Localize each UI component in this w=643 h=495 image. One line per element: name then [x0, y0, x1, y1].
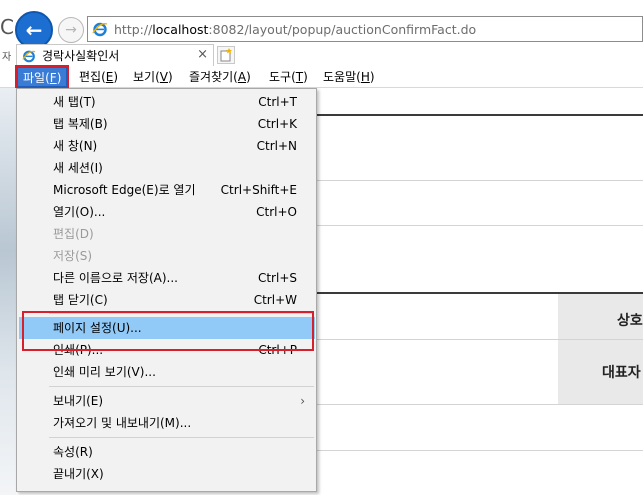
new-tab-button[interactable] — [217, 46, 235, 64]
annotation-highlight-box — [22, 311, 314, 351]
menu-item-label: 저장(S) — [53, 249, 93, 263]
url-host: localhost — [152, 21, 209, 37]
menu-file-key: F — [49, 71, 57, 85]
forward-button[interactable]: → — [58, 17, 84, 43]
menu-item-properties[interactable]: 속성(R) — [19, 441, 315, 463]
menu-item-label: 새 탭(T) — [53, 95, 96, 109]
menu-item-label: 탭 닫기(C) — [53, 293, 108, 307]
menu-separator — [49, 386, 314, 387]
menu-view-key: V — [159, 70, 168, 84]
menu-item-new-window[interactable]: 새 창(N) Ctrl+N — [19, 135, 315, 157]
company-name-label: 상호 — [617, 313, 643, 329]
menu-item-close-tab[interactable]: 탭 닫기(C) Ctrl+W — [19, 289, 315, 311]
menu-edit-label: 편집 — [79, 70, 102, 84]
menu-item-new-tab[interactable]: 새 탭(T) Ctrl+T — [19, 91, 315, 113]
menu-item-edit: 편집(D) — [19, 223, 315, 245]
side-fragment: 자 — [2, 52, 12, 63]
menu-view[interactable]: 보기(V) — [128, 67, 178, 87]
menu-item-open[interactable]: 열기(O)... Ctrl+O — [19, 201, 315, 223]
menu-item-label: 보내기(E) — [53, 394, 104, 408]
menu-item-shortcut: Ctrl+W — [253, 293, 297, 307]
menu-item-label: 인쇄 미리 보기(V)... — [53, 365, 156, 379]
table-rule — [316, 450, 643, 451]
menu-help-key: H — [360, 70, 370, 84]
ie-logo-icon — [91, 20, 109, 38]
menu-item-open-in-edge[interactable]: Microsoft Edge(E)로 열기 Ctrl+Shift+E — [19, 179, 315, 201]
menu-file[interactable]: 파일(F) — [14, 65, 70, 89]
menu-item-label: 편집(D) — [53, 227, 94, 241]
url-path: :8082/layout/popup/auctionConfirmFact.do — [208, 21, 477, 37]
menu-view-label: 보기 — [133, 70, 156, 84]
submenu-arrow-icon: › — [300, 394, 305, 408]
menu-favorites-label: 즐겨찾기 — [189, 70, 234, 84]
close-icon[interactable]: × — [197, 47, 208, 62]
menu-item-label: 속성(R) — [53, 445, 93, 459]
ie-logo-icon — [21, 48, 37, 64]
menu-item-shortcut: Ctrl+N — [256, 139, 297, 153]
menu-item-shortcut: Ctrl+O — [256, 205, 297, 219]
menu-item-exit[interactable]: 끝내기(X) — [19, 463, 315, 485]
menu-favorites-key: A — [237, 70, 247, 84]
representative-label: 대표자 — [602, 365, 641, 381]
page-content: 상호 대표자 — [316, 88, 643, 495]
address-bar-area: C ← → http://localhost:8082/layout/popup… — [0, 0, 643, 49]
back-arrow-icon: ← — [25, 18, 43, 42]
menu-file-label: 파일 — [23, 71, 46, 85]
menu-item-print-preview[interactable]: 인쇄 미리 보기(V)... — [19, 361, 315, 383]
menu-item-label: 새 창(N) — [53, 139, 98, 153]
file-menu-dropdown: 새 탭(T) Ctrl+T 탭 복제(B) Ctrl+K 새 창(N) Ctrl+N … — [16, 88, 317, 492]
menu-item-shortcut: Ctrl+S — [257, 271, 297, 285]
browser-window: C ← → http://localhost:8082/layout/popup… — [0, 0, 643, 495]
table-rule — [316, 339, 643, 340]
menu-item-send[interactable]: 보내기(E) › — [19, 390, 315, 412]
menu-item-label: 끝내기(X) — [53, 467, 104, 481]
menu-item-import-export[interactable]: 가져오기 및 내보내기(M)... — [19, 412, 315, 434]
tab-row: 자 경락사실확인서 × — [0, 44, 643, 66]
menu-item-shortcut: Ctrl+K — [257, 117, 297, 131]
forward-arrow-icon: → — [65, 22, 77, 38]
menu-help-label: 도움말 — [323, 70, 357, 84]
table-rule — [316, 404, 643, 405]
menu-edit[interactable]: 편집(E) — [74, 67, 123, 87]
menu-tools-label: 도구 — [269, 70, 292, 84]
tab-active[interactable]: 경락사실확인서 × — [16, 44, 214, 66]
menu-help[interactable]: 도움말(H) — [318, 67, 380, 87]
table-rule — [316, 114, 643, 116]
menu-favorites[interactable]: 즐겨찾기(A) — [184, 67, 256, 87]
menu-tools[interactable]: 도구(T) — [264, 67, 313, 87]
menu-item-label: Microsoft Edge(E)로 열기 — [53, 183, 196, 197]
background-strip — [0, 88, 16, 495]
menu-edit-key: E — [105, 70, 114, 84]
tab-title: 경락사실확인서 — [42, 49, 120, 63]
table-rule — [316, 180, 643, 181]
left-edge-fragment: C — [0, 15, 14, 39]
url-text[interactable]: http://localhost:8082/layout/popup/aucti… — [114, 22, 476, 37]
menu-tools-key: T — [295, 70, 304, 84]
menu-bar: 파일(F) 편집(E) 보기(V) 즐겨찾기(A) 도구(T) 도움말(H) — [0, 65, 643, 89]
menu-item-new-session[interactable]: 새 세션(I) — [19, 157, 315, 179]
menu-item-save-as[interactable]: 다른 이름으로 저장(A)... Ctrl+S — [19, 267, 315, 289]
menu-item-label: 다른 이름으로 저장(A)... — [53, 271, 178, 285]
menu-item-duplicate-tab[interactable]: 탭 복제(B) Ctrl+K — [19, 113, 315, 135]
menu-item-label: 가져오기 및 내보내기(M)... — [53, 416, 192, 430]
menu-item-shortcut: Ctrl+T — [258, 95, 297, 109]
menu-item-label: 새 세션(I) — [53, 161, 103, 175]
menu-item-shortcut: Ctrl+Shift+E — [220, 183, 297, 197]
menu-item-label: 열기(O)... — [53, 205, 106, 219]
new-tab-icon — [220, 48, 232, 62]
menu-item-label: 탭 복제(B) — [53, 117, 108, 131]
table-rule — [316, 225, 643, 226]
menu-item-save: 저장(S) — [19, 245, 315, 267]
url-prefix: http:// — [114, 21, 153, 37]
address-bar[interactable]: http://localhost:8082/layout/popup/aucti… — [87, 16, 643, 42]
menu-separator — [49, 437, 314, 438]
